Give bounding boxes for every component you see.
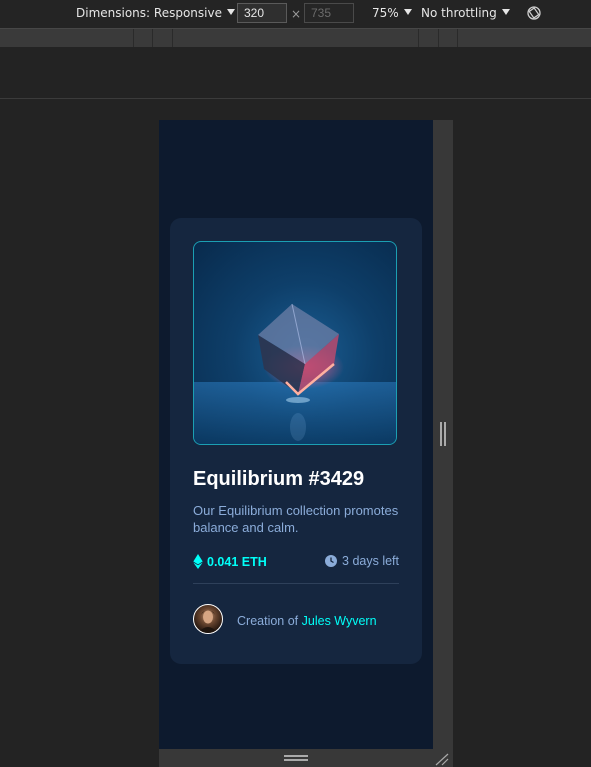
grip-lines	[440, 422, 442, 446]
ruler-segment	[133, 29, 134, 47]
viewport-spacer	[0, 47, 591, 98]
rotate-icon[interactable]	[526, 5, 542, 21]
nft-image[interactable]	[193, 241, 397, 445]
nft-card: Equilibrium #3429 Our Equilibrium collec…	[170, 218, 422, 664]
avatar-portrait-icon	[198, 610, 218, 633]
chevron-down-icon	[501, 9, 510, 15]
ruler-segment	[172, 29, 173, 47]
device-viewport: Equilibrium #3429 Our Equilibrium collec…	[159, 120, 433, 749]
grip-lines	[284, 755, 308, 757]
dimensions-dropdown[interactable]: Dimensions: Responsive	[76, 6, 235, 20]
price-value: 0.041 ETH	[207, 554, 267, 569]
price: 0.041 ETH	[193, 554, 267, 569]
throttling-dropdown[interactable]: No throttling	[421, 6, 510, 20]
time-left-value: 3 days left	[342, 554, 399, 568]
avatar	[193, 604, 223, 634]
clock-icon	[325, 555, 338, 567]
times-symbol: ×	[291, 7, 302, 21]
devtools-toolbar: Dimensions: Responsive 320 × 735 75% No …	[0, 0, 591, 28]
nft-title[interactable]: Equilibrium #3429	[193, 468, 364, 491]
width-input[interactable]: 320	[237, 3, 287, 23]
card-divider	[193, 583, 399, 584]
ruler-segment	[438, 29, 439, 47]
ruler-segment	[418, 29, 419, 47]
throttling-label: No throttling	[421, 6, 497, 20]
ruler-segment	[152, 29, 153, 47]
dimensions-label: Dimensions: Responsive	[76, 6, 222, 20]
chevron-down-icon	[403, 9, 412, 15]
resize-handle-bottom[interactable]	[159, 749, 453, 767]
chevron-down-icon	[226, 9, 235, 15]
creator-prefix: Creation of	[237, 614, 299, 628]
height-input[interactable]: 735	[304, 3, 354, 23]
time-left: 3 days left	[325, 554, 399, 568]
resize-handle-right[interactable]	[433, 120, 453, 749]
zoom-dropdown[interactable]: 75%	[372, 6, 412, 20]
zoom-label: 75%	[372, 6, 399, 20]
nft-description: Our Equilibrium collection promotes bala…	[193, 503, 399, 535]
equilibrium-cube-icon	[194, 303, 396, 444]
media-query-bar[interactable]	[0, 28, 591, 48]
creator-name-link[interactable]: Jules Wyvern	[302, 614, 377, 628]
ruler-segment	[457, 29, 458, 47]
creator-credit: Creation of Jules Wyvern	[237, 614, 377, 628]
resize-corner-icon[interactable]	[434, 752, 450, 766]
ethereum-icon	[193, 554, 203, 569]
divider-line	[0, 98, 591, 99]
